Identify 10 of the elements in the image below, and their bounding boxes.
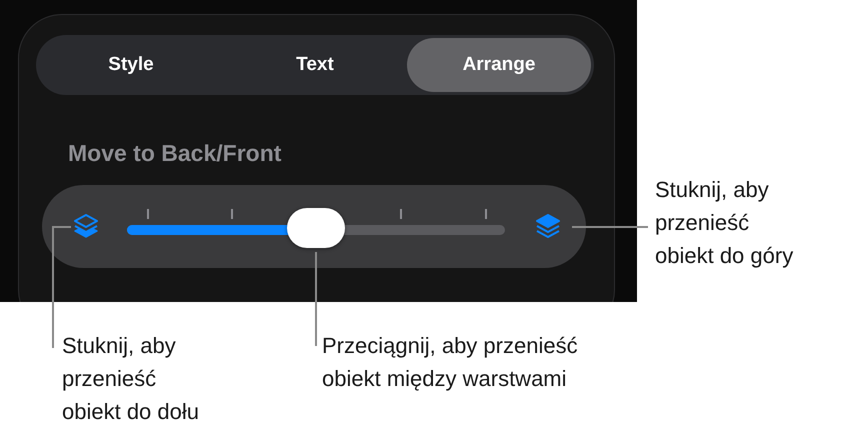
section-heading: Move to Back/Front — [68, 139, 282, 167]
callout-text: Przeciągnij, aby przenieść obiekt między warstwami — [322, 332, 578, 393]
send-to-back-icon[interactable] — [72, 212, 100, 240]
tab[interactable]: Text — [223, 38, 407, 92]
tab[interactable]: Style — [39, 38, 223, 92]
bring-to-front-icon[interactable] — [534, 212, 562, 240]
callout-text: Stuknij, aby przenieść obiekt do dołu — [62, 332, 199, 426]
callout-text: Stuknij, aby przenieść obiekt do góry — [655, 176, 794, 270]
slider-thumb[interactable] — [287, 208, 345, 248]
tab[interactable]: Arrange — [407, 38, 591, 92]
